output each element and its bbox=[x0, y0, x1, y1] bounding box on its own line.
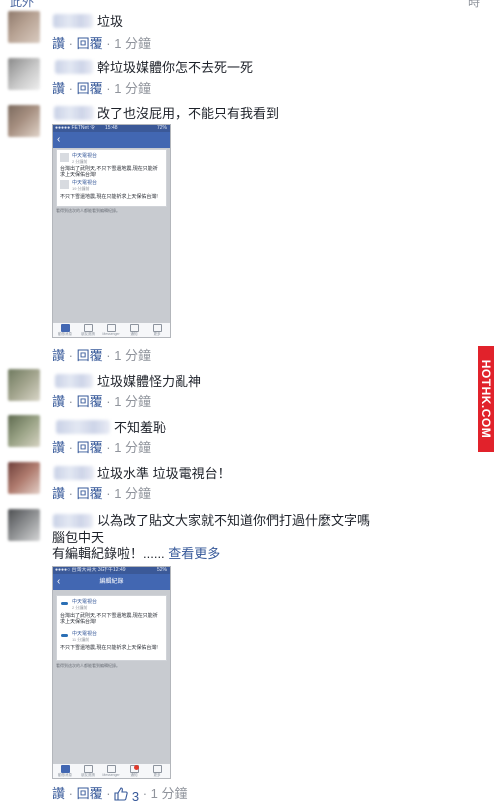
notifications-icon bbox=[129, 324, 139, 332]
comment-actions: 讚 · 回覆 · 1 分鐘 bbox=[52, 81, 152, 96]
thumbs-up-icon bbox=[114, 787, 128, 801]
reply-button[interactable]: 回覆 bbox=[77, 786, 103, 801]
avatar[interactable] bbox=[8, 509, 40, 541]
reply-button[interactable]: 回覆 bbox=[77, 348, 103, 363]
history-entry: 中天電視台 2 分鐘前 台灣出了武則天,不只下雪還地震,現在只能祈求上天保佑台灣… bbox=[60, 153, 158, 178]
commenter-name-blurred[interactable] bbox=[53, 514, 93, 528]
comment-actions: 讚 · 回覆 · 1 分鐘 bbox=[52, 440, 152, 455]
ctitv-logo-icon bbox=[60, 599, 69, 608]
ctitv-logo-icon bbox=[60, 631, 69, 640]
like-button[interactable]: 讚 bbox=[52, 786, 65, 801]
comment-text: 垃圾媒體怪力亂神 bbox=[97, 374, 202, 389]
edit-history-card: 中天電視台 2 分鐘前 台灣出了武則天,不只下雪還地震,現在只能祈求上天保佑台灣… bbox=[56, 149, 167, 207]
avatar[interactable] bbox=[8, 105, 40, 137]
comment-text-line-1: 以為改了貼文大家就不知道你們打過什麼文字嗎 bbox=[97, 513, 371, 528]
edit-history-note: 看得到這次的人都能看到編輯紀錄。 bbox=[56, 663, 120, 668]
phone-tab-bar: 動態消息 朋友邀請 Messenger 通知 更多 bbox=[53, 322, 170, 337]
friends-icon bbox=[83, 765, 93, 773]
comment-text: 垃圾水準 垃圾電視台！ bbox=[97, 466, 231, 481]
embedded-screenshot[interactable]: ●●●●● FETNet 令 15:48 72% ‹ 中天電視台 2 分鐘前 台… bbox=[52, 124, 171, 338]
comment-text: 不知羞恥 bbox=[114, 420, 167, 435]
messenger-icon bbox=[106, 324, 116, 332]
comment-timestamp[interactable]: 1 分鐘 bbox=[114, 440, 151, 455]
comment-1: 垃圾 讚 · 回覆 · 1 分鐘 bbox=[0, 8, 478, 56]
phone-status-bar: ●●●●○ 台灣大哥大 3G 下午12:49 52% bbox=[53, 567, 170, 574]
embedded-screenshot[interactable]: ●●●●○ 台灣大哥大 3G 下午12:49 52% ‹ 編輯紀錄 中天電視台 … bbox=[52, 566, 171, 779]
reactions-summary[interactable]: 3 bbox=[114, 787, 139, 805]
cutoff-left-text: 此外 bbox=[10, 0, 35, 8]
avatar[interactable] bbox=[8, 11, 40, 43]
phone-nav-bar: ‹ bbox=[53, 132, 170, 148]
comment-4: 垃圾媒體怪力亂神 讚 · 回覆 · 1 分鐘 bbox=[0, 366, 478, 412]
see-more-link[interactable]: 查看更多 bbox=[168, 546, 220, 561]
comment-actions: 讚 · 回覆 · 1 分鐘 bbox=[52, 394, 152, 409]
comment-timestamp[interactable]: 1 分鐘 bbox=[114, 394, 151, 409]
edit-history-title: 編輯紀錄 bbox=[99, 579, 124, 585]
commenter-name-blurred[interactable] bbox=[54, 106, 94, 120]
commenter-name-blurred[interactable] bbox=[55, 60, 93, 74]
comment-actions: 讚 · 回覆 · 1 分鐘 bbox=[52, 348, 152, 363]
more-icon bbox=[152, 324, 162, 332]
like-button[interactable]: 讚 bbox=[52, 486, 65, 501]
comment-text: 垃圾 bbox=[97, 14, 124, 29]
avatar[interactable] bbox=[8, 415, 40, 447]
page-avatar bbox=[60, 180, 69, 189]
comment-actions: 讚 · 回覆 · 1 分鐘 bbox=[52, 36, 152, 51]
back-chevron-icon: ‹ bbox=[57, 134, 61, 145]
comment-timestamp[interactable]: 1 分鐘 bbox=[114, 36, 151, 51]
comment-text: 幹垃圾媒體你怎不去死一死 bbox=[97, 60, 254, 75]
history-entry: 中天電視台 11 分鐘前 不只下雪還地震,現在只能祈求上天保佑台灣! bbox=[60, 631, 158, 651]
comment-timestamp[interactable]: 1 分鐘 bbox=[114, 348, 151, 363]
reply-button[interactable]: 回覆 bbox=[77, 36, 103, 51]
like-button[interactable]: 讚 bbox=[52, 394, 65, 409]
watermark-text: HOTHK.COM bbox=[479, 359, 493, 439]
comment-7: 以為改了貼文大家就不知道你們打過什麼文字嗎 腦包中天 有編輯紀錄啦！......… bbox=[0, 504, 478, 804]
like-button[interactable]: 讚 bbox=[52, 348, 65, 363]
comment-timestamp[interactable]: 1 分鐘 bbox=[151, 786, 188, 801]
like-button[interactable]: 讚 bbox=[52, 440, 65, 455]
comment-6: 垃圾水準 垃圾電視台！ 讚 · 回覆 · 1 分鐘 bbox=[0, 458, 478, 504]
avatar[interactable] bbox=[8, 462, 40, 494]
avatar[interactable] bbox=[8, 369, 40, 401]
commenter-name-blurred[interactable] bbox=[56, 420, 110, 434]
comment-timestamp[interactable]: 1 分鐘 bbox=[114, 486, 151, 501]
cutoff-right-text: 時 bbox=[467, 0, 480, 8]
comment-text-line-2: 腦包中天 bbox=[52, 530, 105, 545]
edit-history-note: 看得到這次的人都能看到編輯紀錄。 bbox=[56, 208, 120, 213]
phone-nav-bar: ‹ 編輯紀錄 bbox=[53, 574, 170, 590]
like-button[interactable]: 讚 bbox=[52, 81, 65, 96]
reply-button[interactable]: 回覆 bbox=[77, 440, 103, 455]
notification-badge bbox=[134, 765, 139, 770]
news-feed-icon bbox=[60, 324, 70, 332]
commenter-name-blurred[interactable] bbox=[54, 466, 94, 480]
more-icon bbox=[152, 765, 162, 773]
like-button[interactable]: 讚 bbox=[52, 36, 65, 51]
messenger-icon bbox=[106, 765, 116, 773]
hothk-watermark: HOTHK.COM bbox=[478, 346, 494, 452]
edit-history-card: 中天電視台 2 分鐘前 台灣出了武則天,不只下雪還地震,現在只能祈求上天保佑台灣… bbox=[56, 595, 167, 661]
previous-comment-cutoff: 此外 時 bbox=[0, 0, 494, 8]
phone-tab-bar: 動態消息 朋友邀請 Messenger 通知 更多 bbox=[53, 763, 170, 778]
history-entry: 中天電視台 19 分鐘前 不只下雪還地震,現在只能祈求上天保佑台灣! bbox=[60, 180, 158, 200]
comment-text: 改了也沒屁用，不能只有我看到 bbox=[97, 106, 280, 121]
news-feed-icon bbox=[60, 765, 70, 773]
commenter-name-blurred[interactable] bbox=[53, 14, 93, 28]
reaction-count: 3 bbox=[131, 789, 140, 804]
comment-actions: 讚 · 回覆 · 3 · 1 分鐘 bbox=[52, 786, 188, 805]
commenter-name-blurred[interactable] bbox=[55, 374, 93, 388]
friends-icon bbox=[83, 324, 93, 332]
comment-actions: 讚 · 回覆 · 1 分鐘 bbox=[52, 486, 152, 501]
page-avatar bbox=[60, 153, 69, 162]
reply-button[interactable]: 回覆 bbox=[77, 486, 103, 501]
reply-button[interactable]: 回覆 bbox=[77, 394, 103, 409]
comment-2: 幹垃圾媒體你怎不去死一死 讚 · 回覆 · 1 分鐘 bbox=[0, 54, 478, 100]
phone-status-bar: ●●●●● FETNet 令 15:48 72% bbox=[53, 125, 170, 132]
comment-5: 不知羞恥 讚 · 回覆 · 1 分鐘 bbox=[0, 412, 478, 458]
avatar[interactable] bbox=[8, 58, 40, 90]
history-entry: 中天電視台 2 分鐘前 台灣出了武則天,不只下雪還地震,現在只能祈求上天保佑台灣… bbox=[60, 599, 158, 625]
comment-3: 改了也沒屁用，不能只有我看到 ●●●●● FETNet 令 15:48 72% … bbox=[0, 100, 478, 368]
comment-text-line-3: 有編輯紀錄啦！...... 查看更多 bbox=[52, 546, 221, 561]
reply-button[interactable]: 回覆 bbox=[77, 81, 103, 96]
comment-timestamp[interactable]: 1 分鐘 bbox=[114, 81, 151, 96]
